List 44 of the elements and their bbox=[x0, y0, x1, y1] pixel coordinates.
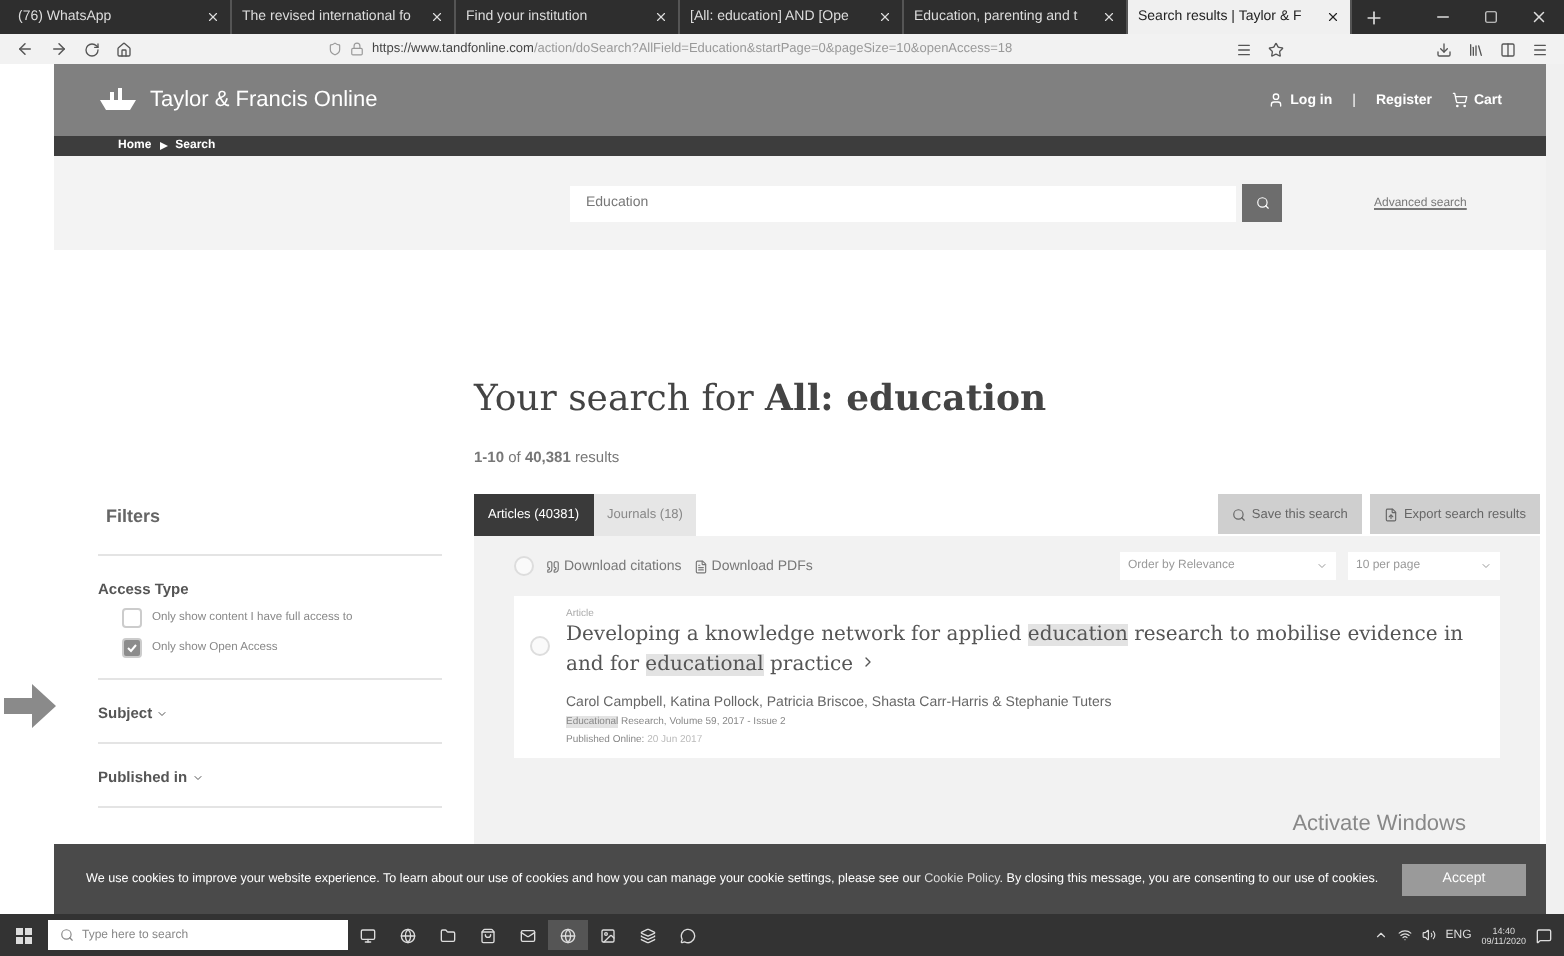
site-logo: Taylor & Francis Online bbox=[150, 88, 380, 112]
reload-icon[interactable] bbox=[84, 41, 100, 57]
chevron-icon bbox=[191, 771, 204, 783]
volume-icon[interactable] bbox=[1421, 928, 1436, 942]
home-icon[interactable] bbox=[116, 41, 132, 57]
document-icon bbox=[693, 559, 708, 573]
checkbox[interactable] bbox=[122, 638, 142, 658]
ship-logo-icon bbox=[98, 88, 138, 112]
menu-icon[interactable] bbox=[1532, 41, 1548, 57]
quote-icon bbox=[546, 559, 560, 573]
search-icon bbox=[1255, 196, 1269, 210]
sidebar-icon[interactable] bbox=[1500, 41, 1516, 57]
search-icon bbox=[60, 928, 74, 942]
close-icon[interactable] bbox=[1326, 10, 1340, 24]
result-checkbox[interactable] bbox=[530, 636, 550, 656]
maximize-icon[interactable] bbox=[1484, 10, 1498, 24]
shield-icon bbox=[328, 42, 342, 56]
select-all-checkbox[interactable] bbox=[514, 556, 534, 576]
chevron-icon bbox=[156, 707, 169, 719]
network-icon[interactable] bbox=[1397, 928, 1412, 942]
cart-icon bbox=[1451, 92, 1468, 108]
article-title[interactable]: Developing a knowledge network for applied education research to mobilise evidence in and for educational practice bbox=[566, 620, 1484, 680]
arrow-drawing bbox=[4, 684, 56, 728]
forward-icon[interactable] bbox=[50, 40, 68, 58]
filters-heading: Filters bbox=[98, 506, 442, 556]
search-icon bbox=[1231, 507, 1246, 521]
user-icon bbox=[1268, 92, 1285, 108]
more-icon[interactable] bbox=[1236, 41, 1252, 57]
search-heading: Your search for All: education bbox=[474, 378, 1049, 420]
bookmark-icon[interactable] bbox=[1268, 41, 1284, 57]
checkbox[interactable] bbox=[122, 608, 142, 628]
chevron-icon bbox=[1316, 560, 1328, 572]
chevron-icon bbox=[1480, 560, 1492, 572]
download-icon[interactable] bbox=[1436, 41, 1452, 57]
lock-icon bbox=[350, 42, 364, 56]
new-tab-icon[interactable] bbox=[1364, 8, 1384, 28]
activation-notice: Activate Windows bbox=[1292, 812, 1466, 836]
export-icon bbox=[1383, 507, 1398, 521]
chevron-icon[interactable] bbox=[1373, 928, 1388, 942]
notifications-icon[interactable] bbox=[1536, 927, 1552, 943]
back-icon[interactable] bbox=[16, 40, 34, 58]
library-icon[interactable] bbox=[1468, 41, 1484, 57]
check-icon bbox=[126, 642, 138, 654]
search-button[interactable] bbox=[1242, 184, 1282, 222]
